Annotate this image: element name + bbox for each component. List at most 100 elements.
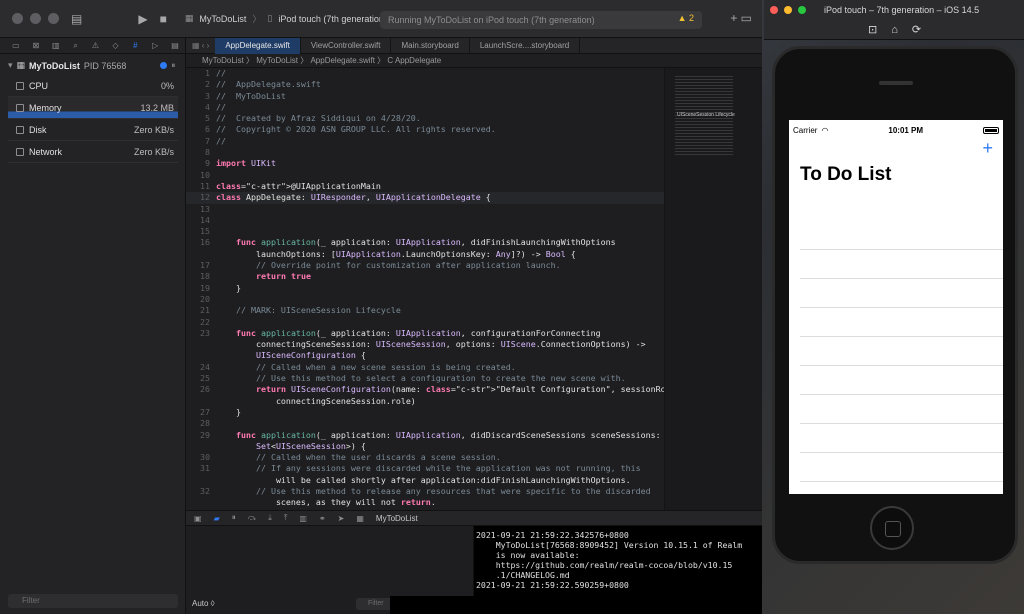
code-line[interactable]: 24 // Called when a new scene session is… <box>186 362 664 373</box>
hide-debug-area-icon[interactable]: ▣ <box>194 514 202 523</box>
sidebar-toggle-icon[interactable]: ▤ <box>71 12 82 26</box>
location-icon[interactable]: ➤ <box>338 514 345 523</box>
close-button[interactable] <box>770 6 778 14</box>
warning-icon[interactable]: ▲ 2 <box>678 13 694 23</box>
device-screen[interactable]: Carrier ◠ 10:01 PM + To Do List <box>789 120 1003 494</box>
home-button[interactable] <box>870 506 914 550</box>
code-line[interactable]: 17 // Override point for customization a… <box>186 260 664 271</box>
report-navigator-icon[interactable]: ▤ <box>165 41 185 50</box>
code-line[interactable]: 6 // Copyright © 2020 ASN GROUP LLC. All … <box>186 124 664 135</box>
symbol-navigator-icon[interactable]: ▥ <box>46 41 66 50</box>
scheme-selector[interactable]: ▦ MyToDoList 〉 ▯ iPod touch (7th generat… <box>185 12 387 25</box>
code-line[interactable]: 9 import UIKit <box>186 158 664 169</box>
code-line[interactable]: 15 <box>186 226 664 237</box>
code-line[interactable]: Set<UISceneSession>) { <box>186 441 664 452</box>
code-line[interactable]: 5 // Created by Afraz Siddiqui on 4/28/20… <box>186 113 664 124</box>
code-line[interactable]: 2 // AppDelegate.swift <box>186 79 664 90</box>
tab-viewcontroller[interactable]: ViewController.swift <box>301 37 392 54</box>
code-line[interactable]: UISceneConfiguration { <box>186 350 664 361</box>
pause-icon[interactable]: ⏸ <box>171 61 175 71</box>
find-navigator-icon[interactable]: ⌕ <box>66 41 86 51</box>
metric-cpu[interactable]: CPU 0% <box>8 75 178 97</box>
process-row[interactable]: ▾ ▦ MyToDoList PID 76568 ⏸ <box>8 60 185 71</box>
code-line[interactable]: 14 <box>186 215 664 226</box>
code-line[interactable]: 4 // <box>186 102 664 113</box>
code-line[interactable]: 8 <box>186 147 664 158</box>
memory-graph-icon[interactable]: ⚭ <box>319 514 326 523</box>
stop-button-icon[interactable]: ■ <box>160 12 167 26</box>
code-line[interactable]: launchOptions: [UIApplication.LaunchOpti… <box>186 249 664 260</box>
code-line[interactable]: 28 <box>186 418 664 429</box>
code-text: // Copyright © 2020 ASN GROUP LLC. All r… <box>216 124 496 135</box>
code-line[interactable]: 20 <box>186 294 664 305</box>
disclosure-icon[interactable]: ▾ <box>8 60 13 71</box>
code-line[interactable]: connectingSceneSession.role) <box>186 396 664 407</box>
code-line[interactable]: 25 // Use this method to select a config… <box>186 373 664 384</box>
zoom-button[interactable] <box>798 6 806 14</box>
minimize-button[interactable] <box>30 13 41 24</box>
metric-disk[interactable]: Disk Zero KB/s <box>8 119 178 141</box>
large-title: To Do List <box>800 164 892 185</box>
tab-main-storyboard[interactable]: Main.storyboard <box>391 37 470 54</box>
code-text: class="c-attr">@UIApplicationMain <box>216 180 381 191</box>
debug-navigator: ▭ ⊠ ▥ ⌕ ⚠ ◇ # ▷ ▤ ▾ ▦ MyToDoList PID 765… <box>0 38 186 614</box>
jump-bar[interactable]: MyToDoList 〉 MyToDoList 〉 AppDelegate.sw… <box>186 54 762 68</box>
view-hierarchy-icon[interactable]: ▥ <box>299 514 307 523</box>
breakpoint-navigator-icon[interactable]: ▷ <box>145 41 165 50</box>
step-over-icon[interactable]: ⤼ <box>248 513 257 523</box>
code-line[interactable]: will be called shortly after application… <box>186 475 664 486</box>
project-navigator-icon[interactable]: ▭ <box>6 41 26 50</box>
step-out-icon[interactable]: ⤒ <box>284 513 288 523</box>
code-line[interactable]: 18 return true <box>186 271 664 282</box>
code-line[interactable]: 29 func application(_ application: UIApp… <box>186 430 664 441</box>
code-line[interactable]: 19 } <box>186 283 664 294</box>
line-number: 17 <box>200 260 210 271</box>
code-line[interactable]: 21 // MARK: UISceneSession Lifecycle <box>186 305 664 316</box>
code-line[interactable]: 7 // <box>186 136 664 147</box>
source-editor[interactable]: 1 // 2 // AppDelegate.swift 3 // MyToDoList 4 /… <box>186 68 664 510</box>
run-button-icon[interactable]: ▶ <box>138 12 147 26</box>
code-line[interactable]: connectingSceneSession: UISceneSession, … <box>186 339 664 350</box>
tab-launchscreen-storyboard[interactable]: LaunchScre....storyboard <box>470 37 581 54</box>
code-line[interactable]: 32 // Use this method to release any res… <box>186 486 664 497</box>
process-pid: PID 76568 <box>83 60 127 71</box>
navigator-filter-input[interactable]: Filter <box>8 594 178 608</box>
code-line[interactable]: 31 // If any sessions were discarded whi… <box>186 463 664 474</box>
todo-table[interactable] <box>800 221 1003 494</box>
step-in-icon[interactable]: ⤓ <box>268 513 272 523</box>
metric-memory[interactable]: Memory 13.2 MB <box>8 97 178 119</box>
code-line[interactable]: 16 func application(_ application: UIApp… <box>186 237 664 248</box>
variables-scope-selector[interactable]: Auto ◊ <box>192 599 215 608</box>
nav-arrows-icon[interactable]: ▦ ‹ › <box>186 41 215 50</box>
code-line[interactable]: 12 class AppDelegate: UIResponder, UIAppl… <box>186 192 664 204</box>
breakpoints-toggle-icon[interactable]: ▰ <box>214 514 220 523</box>
code-line[interactable]: 26 return UISceneConfiguration(name: cla… <box>186 384 664 395</box>
code-line[interactable]: 3 // MyToDoList <box>186 91 664 102</box>
source-control-icon[interactable]: ⊠ <box>26 41 46 50</box>
code-line[interactable]: 10 <box>186 170 664 181</box>
minimize-button[interactable] <box>784 6 792 14</box>
home-icon[interactable]: ⌂ <box>891 24 898 36</box>
metric-network[interactable]: Network Zero KB/s <box>8 141 178 163</box>
code-line[interactable]: scenes, as they will not return. <box>186 497 664 508</box>
issue-navigator-icon[interactable]: ⚠ <box>86 41 106 50</box>
zoom-button[interactable] <box>48 13 59 24</box>
test-navigator-icon[interactable]: ◇ <box>105 41 125 50</box>
close-button[interactable] <box>12 13 23 24</box>
tab-appdelegate[interactable]: AppDelegate.swift <box>215 37 301 54</box>
code-line[interactable]: 1 // <box>186 68 664 79</box>
screenshot-icon[interactable]: ⊡ <box>868 23 877 36</box>
code-line[interactable]: 22 <box>186 317 664 328</box>
pause-icon[interactable]: ⏸ <box>232 513 236 523</box>
console-line: https://github.com/realm/realm-cocoa/blo… <box>476 560 733 570</box>
minimap[interactable]: UISceneSession Lifecycle <box>664 68 762 510</box>
code-line[interactable]: 11 class="c-attr">@UIApplicationMain <box>186 181 664 192</box>
add-item-button[interactable]: + <box>982 138 993 159</box>
code-line[interactable]: 27 } <box>186 407 664 418</box>
library-add-icon[interactable]: + ▭ <box>730 11 752 25</box>
rotate-icon[interactable]: ⟳ <box>912 23 921 36</box>
code-line[interactable]: 23 func application(_ application: UIApp… <box>186 328 664 339</box>
code-line[interactable]: 13 <box>186 204 664 215</box>
code-line[interactable]: 30 // Called when the user discards a sc… <box>186 452 664 463</box>
debug-navigator-icon[interactable]: # <box>125 41 145 50</box>
